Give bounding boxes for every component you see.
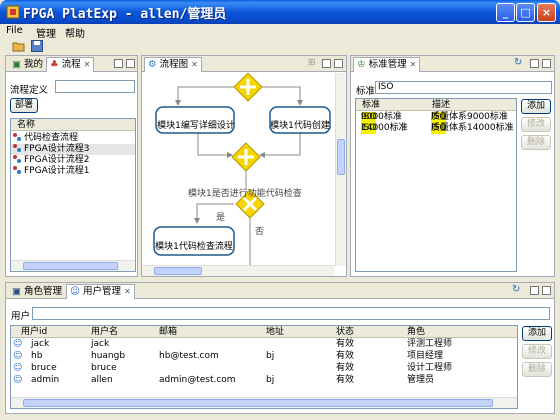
- maximize-view-icon[interactable]: [334, 59, 343, 68]
- minimize-view-icon[interactable]: [530, 286, 539, 295]
- standards-table: 标准 描述 ISO 9000标准 ISO 质量体系9000标准 ISO 14000标准…: [355, 98, 517, 272]
- process-icon: [13, 144, 21, 152]
- task-label: 模块1编写详细设计: [157, 121, 235, 131]
- task-label: 模块1代码检查流程: [155, 242, 233, 252]
- horizontal-scrollbar[interactable]: [142, 265, 335, 276]
- minimize-view-icon[interactable]: [114, 59, 123, 68]
- close-tab-icon[interactable]: ✕: [191, 60, 198, 69]
- users-table: 用户id 用户名 邮箱 地址 状态 角色 ☺ jack jack 有效 评测工程…: [10, 325, 518, 409]
- toolbar: [0, 38, 560, 54]
- yes-label: 是: [216, 213, 226, 223]
- column-header-user-id[interactable]: 用户id: [21, 326, 47, 338]
- deploy-button[interactable]: 部署: [10, 98, 38, 113]
- users-panel: ▣ 角色管理 ☺ 用户管理 ✕ ↻ 用户 用户id 用户名 邮箱 地址 状态 角色…: [5, 282, 555, 414]
- standard-filter-input[interactable]: ISO: [375, 81, 552, 94]
- layout-icon[interactable]: ⊞: [308, 58, 316, 68]
- horizontal-scrollbar[interactable]: [11, 397, 517, 408]
- process-filter-input[interactable]: [55, 80, 135, 93]
- title-bar: FPGA PlatExp - allen/管理员 _ □ ×: [0, 0, 560, 24]
- save-icon[interactable]: [30, 39, 44, 53]
- process-diagram: [153, 73, 331, 266]
- column-header-email[interactable]: 邮箱: [159, 326, 177, 338]
- menu-file[interactable]: File: [6, 25, 23, 36]
- user-filter-input[interactable]: [32, 307, 550, 320]
- process-icon: [13, 155, 21, 163]
- no-label: 否: [255, 227, 265, 237]
- column-header-role[interactable]: 角色: [407, 326, 425, 338]
- close-tab-icon[interactable]: ✕: [124, 287, 131, 296]
- close-tab-icon[interactable]: ✕: [410, 60, 417, 69]
- delete-standard-button[interactable]: 删除: [521, 135, 551, 150]
- standards-panel: ♔ 标准管理 ✕ ↻ 标准 ISO 标准 描述 ISO 9000标准 ISO 质量体系…: [350, 55, 555, 277]
- minimize-view-icon[interactable]: [530, 59, 539, 68]
- column-header-name[interactable]: 名称: [17, 119, 35, 131]
- open-folder-icon[interactable]: [12, 39, 26, 53]
- window-title: FPGA PlatExp - allen/管理员: [23, 7, 227, 22]
- minimize-view-icon[interactable]: [322, 59, 331, 68]
- parallel-gateway-icon[interactable]: [233, 73, 263, 102]
- table-row[interactable]: ISO 14000标准 ISO 质量体系14000标准: [356, 123, 516, 134]
- condition-label: 模块1是否进行功能代码检查: [188, 189, 302, 199]
- list-item[interactable]: FPGA设计流程3: [11, 144, 135, 155]
- tab-diagram[interactable]: ⚙ 流程图 ✕: [144, 57, 202, 72]
- process-icon: [13, 166, 21, 174]
- user-icon: ☺: [13, 351, 23, 361]
- add-standard-button[interactable]: 添加: [521, 99, 551, 114]
- tab-mine[interactable]: ▣ 我的: [8, 57, 47, 72]
- tab-user-management[interactable]: ☺ 用户管理 ✕: [66, 284, 135, 299]
- process-panel: ▣ 我的 ♣ 流程 ✕ 流程定义 部署 名称 代码检查流程 FPGA设计流程3 F…: [5, 55, 138, 277]
- minimize-button[interactable]: _: [496, 3, 515, 22]
- refresh-icon[interactable]: ↻: [514, 57, 522, 68]
- process-icon: [13, 133, 21, 141]
- menu-bar: File 管理 帮助: [0, 24, 560, 40]
- close-button[interactable]: ×: [537, 3, 556, 22]
- vertical-scrollbar[interactable]: [335, 73, 346, 266]
- user-icon: ☺: [13, 339, 23, 349]
- list-item[interactable]: FPGA设计流程2: [11, 155, 135, 166]
- user-icon: ☺: [13, 363, 23, 373]
- diagram-panel: ⚙ 流程图 ✕ ⊞ 模块1编写详细设计 模块1代码创建 模块1代码检查流程 模块…: [141, 55, 347, 277]
- user-filter-label: 用户: [11, 311, 31, 322]
- list-item[interactable]: 代码检查流程: [11, 133, 135, 144]
- refresh-icon[interactable]: ↻: [512, 284, 520, 295]
- app-icon: [6, 5, 20, 19]
- column-header-status[interactable]: 状态: [336, 326, 354, 338]
- edit-user-button[interactable]: 修改: [522, 344, 552, 359]
- tab-standards[interactable]: ♔ 标准管理 ✕: [353, 57, 421, 72]
- standard-filter-label: 标准: [356, 86, 376, 97]
- list-item[interactable]: FPGA设计流程1: [11, 166, 135, 177]
- delete-user-button[interactable]: 删除: [522, 362, 552, 377]
- task-label: 模块1代码创建: [270, 121, 330, 131]
- table-row[interactable]: ☺ jack jack 有效 评测工程师: [11, 339, 517, 350]
- parallel-gateway-icon[interactable]: [231, 142, 261, 172]
- user-icon: ☺: [13, 375, 23, 385]
- tab-process[interactable]: ♣ 流程 ✕: [46, 57, 95, 72]
- process-list: 名称 代码检查流程 FPGA设计流程3 FPGA设计流程2 FPGA设计流程1: [10, 118, 136, 272]
- column-header-description[interactable]: 描述: [432, 99, 450, 111]
- column-header-standard[interactable]: 标准: [362, 99, 380, 111]
- maximize-view-icon[interactable]: [126, 59, 135, 68]
- close-tab-icon[interactable]: ✕: [84, 60, 91, 69]
- maximize-view-icon[interactable]: [542, 59, 551, 68]
- add-user-button[interactable]: 添加: [522, 326, 552, 341]
- process-filter-label: 流程定义: [10, 85, 49, 96]
- table-row[interactable]: ☺ hb huangb hb@test.com bj 有效 项目经理: [11, 351, 517, 362]
- edit-standard-button[interactable]: 修改: [521, 117, 551, 132]
- horizontal-scrollbar[interactable]: [11, 260, 135, 271]
- column-header-address[interactable]: 地址: [266, 326, 284, 338]
- table-row[interactable]: ☺ bruce bruce 有效 设计工程师: [11, 363, 517, 374]
- table-row[interactable]: ISO 9000标准 ISO 质量体系9000标准: [356, 112, 516, 123]
- tab-role-management[interactable]: ▣ 角色管理: [8, 284, 66, 299]
- column-header-user-name[interactable]: 用户名: [91, 326, 118, 338]
- maximize-view-icon[interactable]: [542, 286, 551, 295]
- maximize-button[interactable]: □: [516, 3, 535, 22]
- table-row[interactable]: ☺ admin allen admin@test.com bj 有效 管理员: [11, 375, 517, 386]
